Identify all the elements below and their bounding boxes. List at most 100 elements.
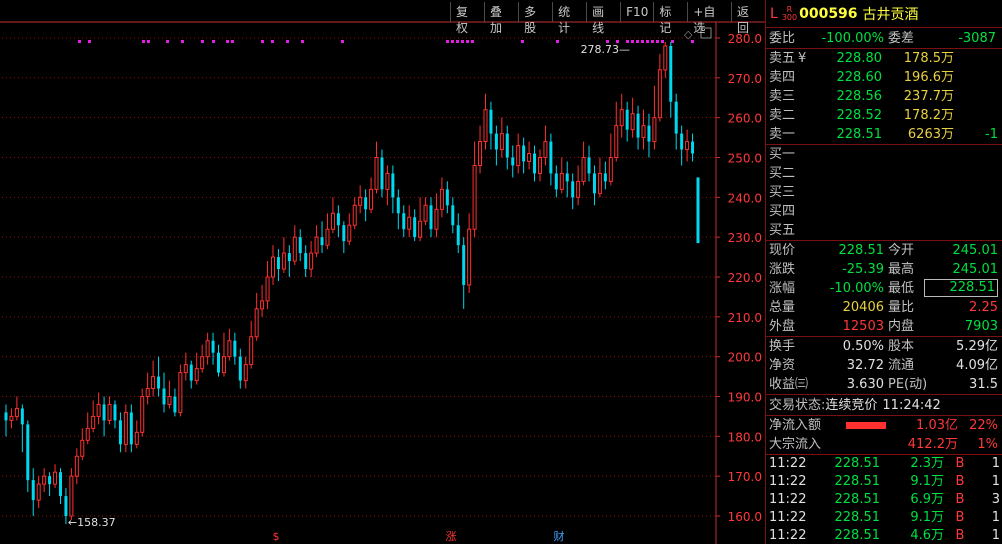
y-tick-label: 160.0 bbox=[728, 510, 762, 524]
quote-value: -10.00% bbox=[829, 281, 884, 296]
candle-body bbox=[559, 172, 564, 190]
candle-body bbox=[511, 157, 515, 166]
quote-value-2: 2.25 bbox=[969, 300, 998, 315]
quote-row: 总量 20406 量比 2.25 bbox=[766, 298, 1002, 317]
buy-row: 买二 bbox=[766, 164, 1002, 183]
event-dot bbox=[661, 40, 664, 43]
toolbar-button-4[interactable]: 画线 bbox=[586, 2, 620, 35]
quote-row: 涨跌 -25.39 最高 245.01 bbox=[766, 260, 1002, 279]
candle-body bbox=[42, 475, 47, 485]
candle-body bbox=[385, 172, 390, 190]
candle-body bbox=[217, 352, 221, 373]
flow-value: 412.2万 bbox=[907, 437, 958, 452]
fund-label-2: PE(动) bbox=[888, 377, 928, 392]
candle-body bbox=[691, 141, 695, 154]
quote-value-2: 245.01 bbox=[952, 243, 999, 258]
weibi-row: 委比 -100.00% 委差 -3087 bbox=[766, 28, 1002, 49]
candle-body bbox=[145, 388, 150, 397]
candle-body bbox=[9, 415, 14, 421]
candle-body bbox=[342, 225, 346, 242]
toolbar-button-8[interactable]: 返回 bbox=[731, 2, 765, 35]
candle-body bbox=[194, 368, 199, 382]
candle-body bbox=[434, 208, 439, 230]
candle-body bbox=[451, 205, 455, 226]
candle-body bbox=[20, 408, 24, 425]
quote-row: 涨幅 -10.00% 最低 228.51 bbox=[766, 279, 1002, 298]
tick-row[interactable]: 11:22 228.51 2.3万 B 1 bbox=[766, 455, 1002, 473]
tick-row[interactable]: 11:22 228.51 9.1万 B 1 bbox=[766, 509, 1002, 527]
stock-name[interactable]: 古井贡酒 bbox=[863, 4, 919, 24]
candle-body bbox=[330, 212, 335, 230]
candle-body bbox=[576, 180, 581, 198]
candle-body bbox=[298, 237, 302, 254]
tick-row[interactable]: 11:22 228.51 6.9万 B 3 bbox=[766, 491, 1002, 509]
candle-body bbox=[396, 197, 400, 214]
quote-label: 外盘 bbox=[769, 319, 796, 334]
candle-body bbox=[369, 188, 374, 210]
quote-label-2: 最高 bbox=[888, 262, 915, 277]
candle-body bbox=[134, 431, 139, 445]
candle-body bbox=[663, 45, 668, 71]
candle-body bbox=[265, 276, 270, 302]
tick-row[interactable]: 11:22 228.51 9.1万 B 1 bbox=[766, 473, 1002, 491]
candle-body bbox=[467, 228, 472, 286]
candle-body bbox=[64, 496, 68, 516]
event-dot bbox=[466, 40, 469, 43]
candle-body bbox=[123, 411, 128, 445]
candle-body bbox=[674, 101, 678, 134]
candle-body bbox=[314, 236, 319, 254]
toolbar-button-7[interactable]: +自选 bbox=[687, 2, 731, 35]
sell-label: 卖一 bbox=[769, 127, 796, 142]
event-dot bbox=[301, 40, 304, 43]
toolbar-button-6[interactable]: 标记 bbox=[653, 2, 687, 35]
candle-body bbox=[364, 197, 368, 210]
candle-body bbox=[96, 403, 101, 417]
tick-row[interactable]: 11:22 228.51 4.6万 B 1 bbox=[766, 527, 1002, 544]
fund-row: 换手 0.50% 股本 5.29亿 bbox=[766, 337, 1002, 356]
candle-body bbox=[189, 364, 193, 381]
candlestick-chart[interactable]: 280.0 270.0 260.0 250.0 240.0 230.0 220.0 210.0… bbox=[0, 0, 765, 544]
buy-label: 买一 bbox=[769, 147, 796, 162]
flow-value: 1.03亿 bbox=[916, 418, 958, 433]
sell-volume: 178.5万 bbox=[903, 51, 954, 66]
tick-price: 228.51 bbox=[834, 492, 881, 507]
candle-body bbox=[14, 407, 19, 417]
tick-volume: 6.9万 bbox=[910, 492, 944, 507]
event-dot bbox=[631, 40, 634, 43]
market-tag: L bbox=[770, 5, 778, 22]
toolbar-button-0[interactable]: 复权 bbox=[450, 2, 484, 35]
tick-side: B bbox=[955, 510, 965, 525]
candle-body bbox=[374, 157, 379, 190]
candle-body bbox=[107, 403, 112, 421]
sell-label: 卖四 bbox=[769, 70, 796, 85]
tick-side: B bbox=[955, 492, 965, 507]
chart-canvas[interactable]: 280.0270.0260.0250.0240.0230.0220.0210.0… bbox=[0, 0, 765, 544]
candle-body bbox=[26, 424, 30, 481]
weibi-value: -100.00% bbox=[821, 31, 884, 46]
fund-row: 净资 32.72 流通 4.09亿 bbox=[766, 356, 1002, 375]
tick-list[interactable]: 11:22 228.51 2.3万 B 1 11:22 228.51 9.1万 B 1 11:22 2… bbox=[766, 455, 1002, 544]
candle-body bbox=[402, 213, 406, 230]
candle-body bbox=[221, 356, 226, 374]
sell-label: 卖三 bbox=[769, 89, 796, 104]
candle-body bbox=[456, 225, 460, 246]
tick-side: B bbox=[955, 528, 965, 543]
candle-body bbox=[657, 69, 662, 119]
tick-count: 1 bbox=[991, 456, 1000, 471]
fund-value: 3.630 bbox=[846, 377, 884, 392]
candle-body bbox=[254, 308, 259, 338]
toolbar-button-1[interactable]: 叠加 bbox=[484, 2, 518, 35]
event-dot bbox=[651, 40, 654, 43]
sell-volume: 196.6万 bbox=[903, 70, 954, 85]
sell-change bbox=[954, 87, 998, 106]
sell-mark: ¥ bbox=[798, 51, 807, 66]
y-tick-label: 190.0 bbox=[728, 391, 762, 405]
toolbar-button-5[interactable]: F10 bbox=[620, 2, 653, 22]
quote-row: 现价 228.51 今开 245.01 bbox=[766, 241, 1002, 260]
fund-label: 换手 bbox=[769, 339, 796, 354]
toolbar-button-3[interactable]: 统计 bbox=[552, 2, 586, 35]
event-dot bbox=[181, 40, 184, 43]
quote-value: 20406 bbox=[842, 300, 884, 315]
toolbar-button-2[interactable]: 多股 bbox=[518, 2, 552, 35]
fund-row: 收益㈢ 3.630 PE(动) 31.5 bbox=[766, 375, 1002, 394]
